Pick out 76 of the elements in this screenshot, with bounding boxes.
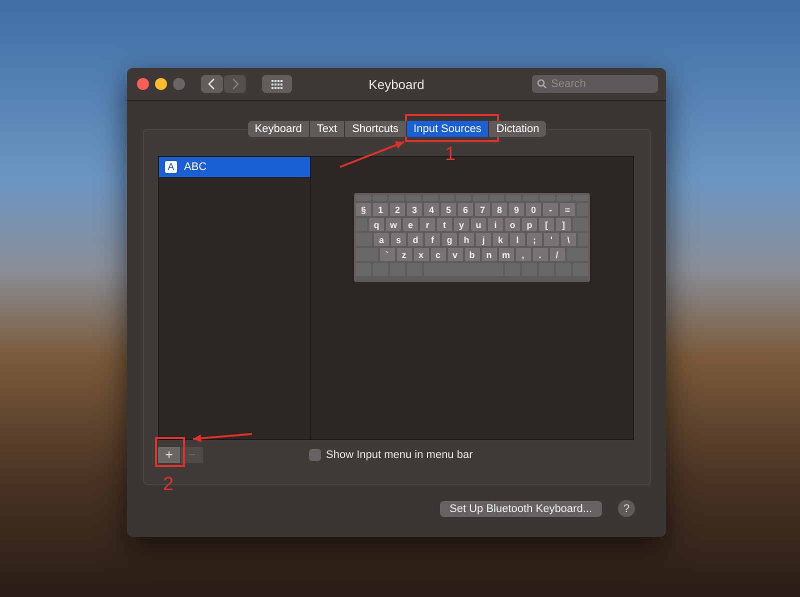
keyboard-key: m [498,248,514,261]
keyboard-key: t [437,218,452,231]
keyboard-key: d [408,233,423,246]
keyboard-key: 6 [458,203,473,216]
tab[interactable]: Shortcuts [345,121,407,137]
keyboard-key: g [442,233,457,246]
keyboard-key: r [420,218,435,231]
keyboard-key: = [560,203,575,216]
chevron-right-icon [231,78,239,90]
keyboard-key: - [543,203,558,216]
annotation-number: 2 [163,474,174,496]
keyboard-key: ' [544,233,559,246]
keyboard-key: \ [561,233,576,246]
keyboard-key: w [386,218,401,231]
tab[interactable]: Keyboard [248,121,310,137]
back-button[interactable] [201,75,223,93]
keyboard-key: / [550,248,564,261]
keyboard-key: ] [556,218,571,231]
keyboard-key: 0 [526,203,541,216]
keyboard-key: 8 [492,203,507,216]
keyboard-key: x [414,248,428,261]
window-title: Keyboard [368,76,424,92]
keyboard-key: f [425,233,440,246]
keyboard-key: q [369,218,384,231]
keyboard-key: z [396,248,412,261]
keyboard-key: p [522,218,537,231]
keyboard-key: v [448,248,462,261]
checkbox-label: Show Input menu in menu bar [326,449,473,461]
chevron-left-icon [208,78,216,90]
minimize-button[interactable] [155,78,167,90]
letter-icon: A [165,161,177,173]
keyboard-key: a [374,233,389,246]
close-button[interactable] [137,78,149,90]
keyboard-key: h [459,233,474,246]
keyboard-key: j [476,233,491,246]
arrow [192,433,252,442]
keyboard-key: n [482,248,496,261]
keyboard-key: § [356,203,371,216]
keyboard-key: 1 [373,203,388,216]
keyboard-key: u [471,218,486,231]
source-name: ABC [184,161,207,173]
keyboard-key: c [430,248,446,261]
keyboard-key: b [464,248,480,261]
keyboard-key: 4 [424,203,439,216]
add-button[interactable]: + [158,447,180,463]
keyboard-key: [ [539,218,554,231]
keyboard-key: 9 [509,203,524,216]
keyboard-key: o [505,218,520,231]
keyboard-key: s [391,233,406,246]
keyboard-key: k [493,233,508,246]
annotation-number: 1 [445,144,456,166]
keyboard-key: i [488,218,503,231]
input-source-item[interactable]: A ABC [159,157,310,177]
keyboard-key: 7 [475,203,490,216]
keyboard-key: ` [380,248,394,261]
keyboard-key: l [510,233,525,246]
search-icon [537,79,547,89]
bluetooth-keyboard-button[interactable]: Set Up Bluetooth Keyboard... [440,500,602,516]
tab[interactable]: Input Sources [406,121,490,137]
checkbox[interactable] [309,449,321,461]
help-button[interactable]: ? [618,500,635,517]
arrow [340,141,404,168]
keyboard-key: . [532,248,548,261]
keyboard-key: 5 [441,203,456,216]
keyboard-key: , [516,248,530,261]
highlight-frame [155,437,185,467]
keyboard-key: 2 [390,203,405,216]
tab[interactable]: Dictation [489,121,546,137]
grid-button[interactable] [262,75,292,93]
keyboard-key: e [403,218,418,231]
keyboard-key: 3 [407,203,422,216]
keyboard-key: ; [527,233,542,246]
tab[interactable]: Text [310,121,346,137]
keyboard-key: y [454,218,469,231]
grid-icon [271,79,283,89]
zoom-button[interactable] [173,78,185,90]
